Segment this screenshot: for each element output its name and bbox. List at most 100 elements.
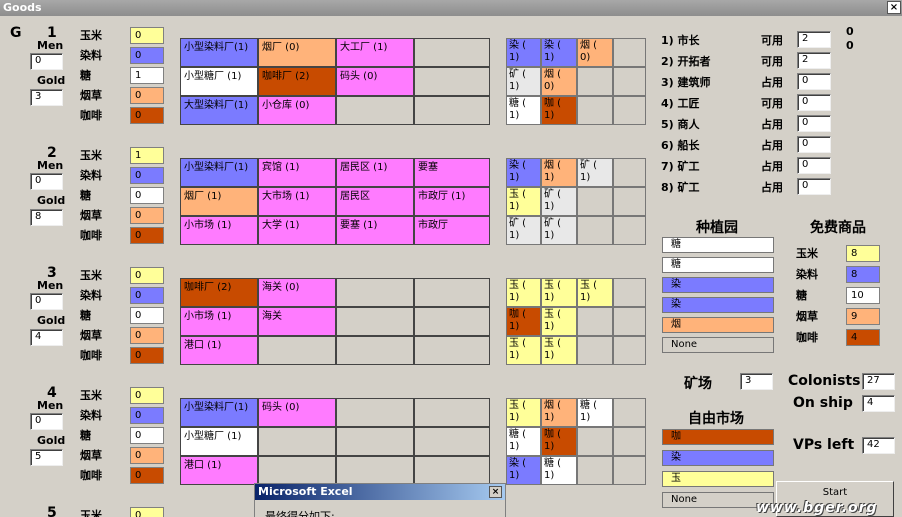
building-slot[interactable]: 居民区 (336, 187, 414, 216)
plantation-tile[interactable]: 烟 ( 1) (541, 158, 577, 187)
plantation-tile[interactable]: 矿 ( 1) (506, 67, 541, 96)
plantation-tile[interactable]: 糖 ( 1) (506, 427, 541, 456)
plantation-tile[interactable]: 糖 ( 1) (541, 456, 577, 485)
building-slot[interactable]: 小型染料厂(1) (180, 158, 258, 187)
plantation-tile[interactable]: 烟 ( 0) (541, 67, 577, 96)
colonists-count[interactable]: 27 (862, 373, 895, 390)
men-input[interactable]: 0 (30, 53, 63, 70)
tobacco-count[interactable]: 0 (130, 327, 164, 344)
plantation-tile[interactable]: 玉 ( 1) (506, 278, 541, 307)
sugar-count[interactable]: 0 (130, 427, 164, 444)
plantation-tile[interactable]: 玉 ( 1) (541, 278, 577, 307)
plantation-tile[interactable]: 矿 ( 1) (577, 158, 613, 187)
sugar-count[interactable]: 0 (130, 187, 164, 204)
building-slot[interactable]: 咖啡厂 (2) (180, 278, 258, 307)
plantation-tile[interactable]: 玉 ( 1) (506, 187, 541, 216)
role-bonus-input[interactable]: 2 (797, 31, 831, 48)
building-slot[interactable]: 港口 (1) (180, 456, 258, 485)
indigo-count[interactable]: 0 (130, 47, 164, 64)
plantation-tile[interactable]: 矿 ( 1) (541, 187, 577, 216)
building-slot[interactable]: 小市场 (1) (180, 307, 258, 336)
corn-count[interactable]: 0 (130, 507, 164, 517)
plantation-offer[interactable]: 烟 (662, 317, 774, 333)
corn-count[interactable]: 1 (130, 147, 164, 164)
gold-input[interactable]: 3 (30, 89, 63, 106)
gold-input[interactable]: 5 (30, 449, 63, 466)
coffee-count[interactable]: 0 (130, 227, 164, 244)
building-slot[interactable]: 海关 (0) (258, 278, 336, 307)
plantation-tile[interactable]: 染 ( 1) (506, 158, 541, 187)
building-slot[interactable]: 小型糖厂 (1) (180, 427, 258, 456)
coffee-count[interactable]: 0 (130, 107, 164, 124)
plantation-tile[interactable]: 矿 ( 1) (541, 216, 577, 245)
sugar-count[interactable]: 1 (130, 67, 164, 84)
dialog-close-button[interactable]: × (489, 486, 502, 498)
building-slot[interactable]: 小仓库 (0) (258, 96, 336, 125)
indigo-count[interactable]: 0 (130, 287, 164, 304)
on-ship-count[interactable]: 4 (862, 395, 895, 412)
building-slot[interactable]: 居民区 (1) (336, 158, 414, 187)
role-bonus-input[interactable]: 0 (797, 115, 831, 132)
tobacco-count[interactable]: 0 (130, 87, 164, 104)
role-bonus-input[interactable]: 2 (797, 52, 831, 69)
men-input[interactable]: 0 (30, 413, 63, 430)
sugar-count[interactable]: 0 (130, 307, 164, 324)
plantation-tile[interactable]: 糖 ( 1) (506, 96, 541, 125)
plantation-tile[interactable]: 玉 ( 1) (506, 336, 541, 365)
building-slot[interactable]: 海关 (258, 307, 336, 336)
plantation-tile[interactable]: 烟 ( 1) (541, 398, 577, 427)
building-slot[interactable]: 小型染料厂(1) (180, 38, 258, 67)
plantation-offer[interactable]: 糖 (662, 257, 774, 273)
indigo-count[interactable]: 0 (130, 167, 164, 184)
quarry-count[interactable]: 3 (740, 373, 773, 390)
plantation-tile[interactable]: 染 ( 1) (541, 38, 577, 67)
plantation-offer[interactable]: None (662, 337, 774, 353)
building-slot[interactable]: 宾馆 (1) (258, 158, 336, 187)
corn-count[interactable]: 0 (130, 267, 164, 284)
building-slot[interactable]: 大工厂 (1) (336, 38, 414, 67)
building-slot[interactable]: 市政厅 (414, 216, 490, 245)
close-button[interactable]: × (887, 1, 901, 14)
plantation-tile[interactable]: 染 ( 1) (506, 456, 541, 485)
building-slot[interactable]: 小市场 (1) (180, 216, 258, 245)
building-slot[interactable]: 大市场 (1) (258, 187, 336, 216)
plantation-offer[interactable]: 糖 (662, 237, 774, 253)
role-bonus-input[interactable]: 0 (797, 73, 831, 90)
vps-count[interactable]: 42 (862, 437, 895, 454)
indigo-count[interactable]: 0 (130, 407, 164, 424)
plantation-offer[interactable]: 染 (662, 297, 774, 313)
role-bonus-input[interactable]: 0 (797, 136, 831, 153)
building-slot[interactable]: 大学 (1) (258, 216, 336, 245)
plantation-tile[interactable]: 咖 ( 1) (506, 307, 541, 336)
plantation-tile[interactable]: 烟 ( 0) (577, 38, 613, 67)
building-slot[interactable]: 烟厂 (0) (258, 38, 336, 67)
building-slot[interactable]: 咖啡厂 (2) (258, 67, 336, 96)
building-slot[interactable]: 大型染料厂(1) (180, 96, 258, 125)
plantation-tile[interactable]: 糖 ( 1) (577, 398, 613, 427)
plantation-tile[interactable]: 玉 ( 1) (577, 278, 613, 307)
building-slot[interactable]: 要塞 (1) (336, 216, 414, 245)
plantation-tile[interactable]: 染 ( 1) (506, 38, 541, 67)
gold-input[interactable]: 8 (30, 209, 63, 226)
men-input[interactable]: 0 (30, 173, 63, 190)
building-slot[interactable]: 码头 (0) (258, 398, 336, 427)
plantation-tile[interactable]: 玉 ( 1) (541, 307, 577, 336)
men-input[interactable]: 0 (30, 293, 63, 310)
corn-count[interactable]: 0 (130, 27, 164, 44)
tobacco-count[interactable]: 0 (130, 207, 164, 224)
building-slot[interactable]: 市政厅 (1) (414, 187, 490, 216)
plantation-tile[interactable]: 咖 ( 1) (541, 427, 577, 456)
building-slot[interactable]: 小型糖厂 (1) (180, 67, 258, 96)
plantation-tile[interactable]: 矿 ( 1) (506, 216, 541, 245)
coffee-count[interactable]: 0 (130, 467, 164, 484)
role-bonus-input[interactable]: 0 (797, 157, 831, 174)
plantation-tile[interactable]: 玉 ( 1) (506, 398, 541, 427)
building-slot[interactable]: 要塞 (414, 158, 490, 187)
coffee-count[interactable]: 0 (130, 347, 164, 364)
gold-input[interactable]: 4 (30, 329, 63, 346)
plantation-offer[interactable]: 染 (662, 277, 774, 293)
plantation-tile[interactable]: 咖 ( 1) (541, 96, 577, 125)
building-slot[interactable]: 港口 (1) (180, 336, 258, 365)
corn-count[interactable]: 0 (130, 387, 164, 404)
building-slot[interactable]: 小型染料厂(1) (180, 398, 258, 427)
